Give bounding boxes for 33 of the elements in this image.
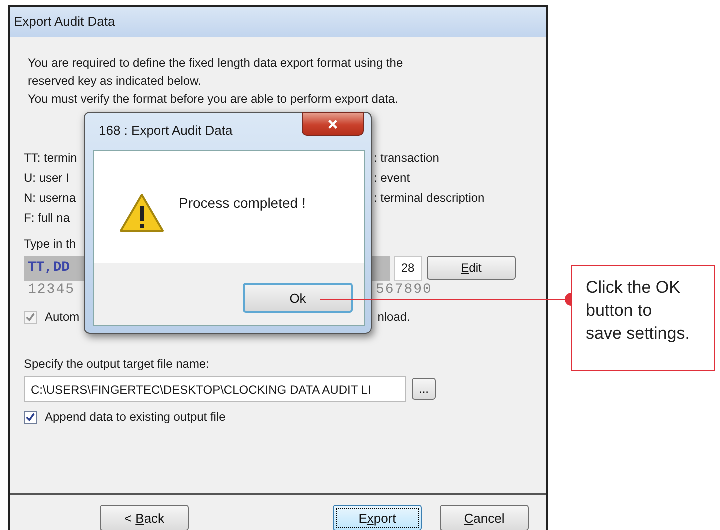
format-label: Type in th	[24, 236, 78, 253]
footer-button[interactable]: Cancel	[440, 505, 529, 530]
edit-button[interactable]: Edit	[427, 256, 516, 280]
window-title: Export Audit Data	[10, 7, 546, 37]
key-legend-text: U: user I	[24, 171, 70, 185]
close-button[interactable]	[302, 112, 364, 136]
length-field: 28	[394, 256, 422, 280]
key-legend-text: F: full na	[24, 211, 70, 225]
key-legend-text: : terminal description	[374, 190, 485, 207]
dialog-title: 168 : Export Audit Data	[99, 123, 233, 138]
instruction-text: You are required to define the fixed length data export format using the	[27, 55, 404, 72]
key-legend-text: TT: termin	[24, 151, 78, 165]
checkbox-label: Append data to existing output file	[45, 410, 226, 424]
warning-icon	[119, 193, 165, 233]
footer-button[interactable]: Export	[333, 505, 422, 530]
callout-text: Click the OK button to save settings.	[571, 265, 715, 371]
ok-button[interactable]: Ok	[243, 283, 353, 313]
close-icon	[327, 118, 339, 130]
column-ruler: 567890	[376, 282, 432, 298]
key-legend-text: : event	[374, 170, 410, 187]
column-ruler: 12345	[28, 282, 76, 298]
key-legend-text: N: userna	[24, 191, 76, 205]
output-label: Specify the output target file name:	[24, 356, 210, 373]
browse-button[interactable]: ...	[412, 378, 436, 400]
instruction-text: You must verify the format before you are able to perform export data.	[27, 91, 400, 108]
key-legend-text: : transaction	[374, 150, 440, 167]
checkbox[interactable]	[24, 410, 37, 424]
file-path-field[interactable]: C:\USERS\FINGERTEC\DESKTOP\CLOCKING DATA AUDIT LI	[24, 376, 406, 402]
instruction-text: reserved key as indicated below.	[27, 73, 202, 90]
checkbox-label: Autom	[45, 310, 80, 324]
footer-button[interactable]: < Back	[100, 505, 189, 530]
checkbox-label: nload.	[378, 310, 410, 324]
dialog-message: Process completed !	[179, 195, 306, 211]
